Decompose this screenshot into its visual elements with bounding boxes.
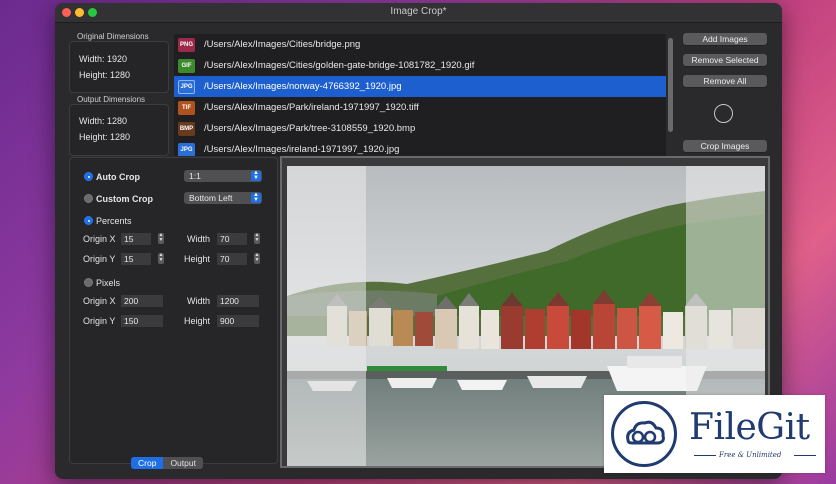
aspect-ratio-select[interactable]: 1:1 ▲ ▼: [184, 170, 262, 182]
original-height: Height: 1280: [79, 70, 131, 80]
add-images-button[interactable]: Add Images: [683, 33, 767, 45]
pct-origin-y-input[interactable]: 15: [121, 253, 151, 265]
pct-width-input[interactable]: 70: [217, 233, 247, 245]
title-bar: Image Crop*: [55, 3, 782, 23]
pct-origin-x-stepper[interactable]: ▲ ▼: [158, 233, 164, 244]
file-path: /Users/Alex/Images/ireland-1971997_1920.…: [204, 144, 400, 155]
file-row[interactable]: BMP /Users/Alex/Images/Park/tree-3108559…: [174, 118, 666, 139]
output-width: Width: 1280: [79, 116, 128, 126]
pct-height-stepper[interactable]: ▲ ▼: [254, 253, 260, 264]
filegit-title: FileGit: [689, 407, 810, 448]
file-path: /Users/Alex/Images/Park/tree-3108559_192…: [204, 123, 416, 134]
px-width-input[interactable]: 1200: [217, 295, 259, 307]
output-dimensions-label: Output Dimensions: [77, 95, 146, 104]
file-path: /Users/Alex/Images/Cities/golden-gate-br…: [204, 60, 475, 71]
anchor-value: Bottom Left: [189, 193, 233, 203]
file-row[interactable]: TIF /Users/Alex/Images/Park/ireland-1971…: [174, 97, 666, 118]
pct-height-label: Height: [184, 254, 211, 264]
auto-crop-radio[interactable]: [84, 172, 93, 181]
pct-width-stepper[interactable]: ▲ ▼: [254, 233, 260, 244]
file-list-scrollbar[interactable]: [668, 38, 673, 132]
file-row[interactable]: GIF /Users/Alex/Images/Cities/golden-gat…: [174, 55, 666, 76]
pct-origin-x-input[interactable]: 15: [121, 233, 151, 245]
tif-file-icon: TIF: [178, 100, 195, 115]
px-origin-x-label: Origin X: [83, 296, 116, 306]
pct-origin-x-label: Origin X: [83, 234, 116, 244]
filegit-watermark: FileGit Free & Unlimited: [604, 395, 825, 473]
custom-crop-radio[interactable]: [84, 194, 93, 203]
gif-file-icon: GIF: [178, 58, 195, 73]
px-height-input[interactable]: 900: [217, 315, 259, 327]
px-origin-x-input[interactable]: 200: [121, 295, 163, 307]
file-row-selected[interactable]: JPG /Users/Alex/Images/norway-4766392_19…: [174, 76, 666, 97]
jpg-file-icon: JPG: [178, 142, 195, 156]
anchor-select[interactable]: Bottom Left ▲ ▼: [184, 192, 262, 204]
output-height: Height: 1280: [79, 132, 131, 142]
percents-label: Percents: [96, 216, 132, 226]
original-width: Width: 1920: [79, 54, 128, 64]
pct-origin-y-stepper[interactable]: ▲ ▼: [158, 253, 164, 264]
divider: [794, 455, 816, 456]
window-title: Image Crop*: [390, 6, 447, 17]
bmp-file-icon: BMP: [178, 121, 195, 136]
file-path: /Users/Alex/Images/Park/ireland-1971997_…: [204, 102, 419, 113]
auto-crop-label: Auto Crop: [96, 172, 140, 182]
file-path: /Users/Alex/Images/norway-4766392_1920.j…: [204, 81, 402, 92]
filegit-logo-icon: [611, 401, 677, 467]
filegit-subtitle: Free & Unlimited: [719, 451, 782, 459]
chevron-updown-icon: ▲ ▼: [251, 192, 261, 203]
crop-images-button[interactable]: Crop Images: [683, 140, 767, 152]
original-dimensions-label: Original Dimensions: [77, 32, 149, 41]
file-list[interactable]: PNG /Users/Alex/Images/Cities/bridge.png…: [174, 34, 666, 156]
px-origin-y-input[interactable]: 150: [121, 315, 163, 327]
original-dimensions-box: Width: 1920 Height: 1280: [69, 41, 169, 93]
percents-radio[interactable]: [84, 216, 93, 225]
file-row[interactable]: PNG /Users/Alex/Images/Cities/bridge.png: [174, 34, 666, 55]
px-width-label: Width: [187, 296, 211, 306]
tab-output[interactable]: Output: [163, 457, 203, 469]
custom-crop-label: Custom Crop: [96, 194, 153, 204]
remove-all-button[interactable]: Remove All: [683, 75, 767, 87]
progress-indicator: [714, 104, 733, 123]
panel-tab-control: Crop Output: [131, 457, 203, 469]
pct-width-label: Width: [187, 234, 211, 244]
output-dimensions-box: Width: 1280 Height: 1280: [69, 104, 169, 156]
crop-mask-left: [287, 166, 366, 466]
px-origin-y-label: Origin Y: [83, 316, 116, 326]
pct-origin-y-label: Origin Y: [83, 254, 116, 264]
aspect-ratio-value: 1:1: [189, 171, 201, 181]
remove-selected-button[interactable]: Remove Selected: [683, 54, 767, 66]
cloud-icon: [626, 420, 665, 445]
jpg-file-icon: JPG: [178, 79, 195, 94]
png-file-icon: PNG: [178, 37, 195, 52]
pixels-radio[interactable]: [84, 278, 93, 287]
file-row[interactable]: JPG /Users/Alex/Images/ireland-1971997_1…: [174, 139, 666, 156]
px-height-label: Height: [184, 316, 211, 326]
file-path: /Users/Alex/Images/Cities/bridge.png: [204, 39, 361, 50]
chevron-updown-icon: ▲ ▼: [251, 170, 261, 181]
pixels-label: Pixels: [96, 278, 121, 288]
pct-height-input[interactable]: 70: [217, 253, 247, 265]
tab-crop[interactable]: Crop: [131, 457, 164, 469]
divider: [694, 455, 716, 456]
